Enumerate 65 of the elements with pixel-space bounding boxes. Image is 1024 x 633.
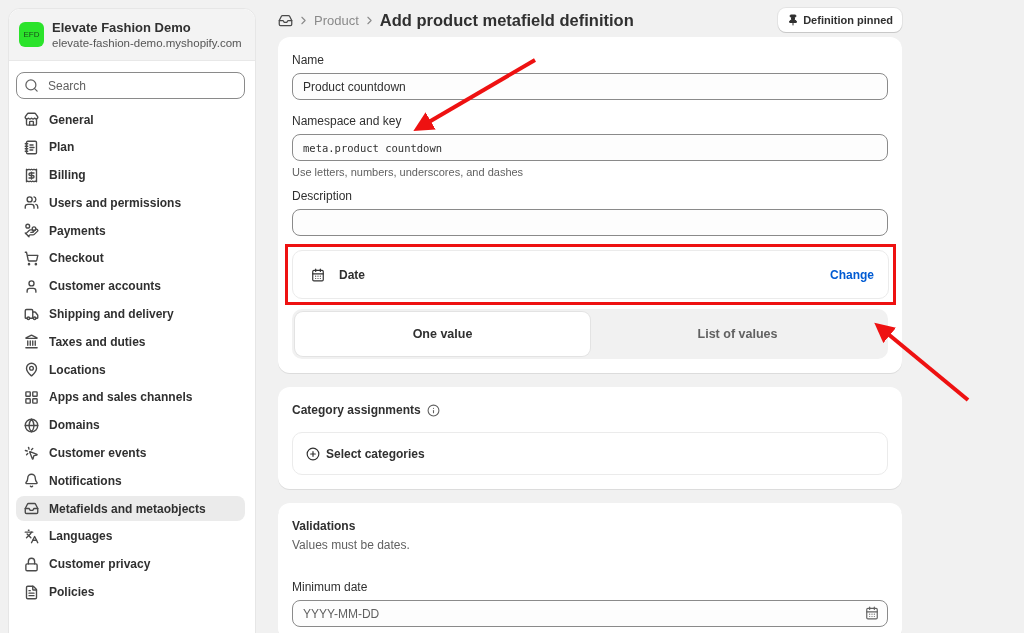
store-domain: elevate-fashion-demo.myshopify.com: [52, 37, 242, 49]
sidebar-item[interactable]: Locations: [16, 357, 245, 383]
sidebar-item[interactable]: Customer accounts: [16, 273, 245, 299]
menu-icon: [24, 362, 39, 378]
menu-icon: [24, 251, 39, 266]
menu-icon: [24, 112, 39, 127]
search-icon: [24, 78, 39, 93]
field-label: Minimum date: [292, 580, 369, 594]
store-logo: EFD: [19, 22, 44, 47]
help-text: Use letters, numbers, underscores, and dashes: [292, 166, 525, 178]
sidebar-item[interactable]: Payments: [16, 218, 245, 244]
pin-icon: [787, 14, 800, 26]
sidebar-item[interactable]: Shipping and delivery: [16, 301, 245, 327]
type-name: Date: [339, 267, 365, 282]
key-field[interactable]: meta.product_countdown: [292, 134, 888, 161]
menu-icon: [24, 389, 39, 405]
sidebar-item[interactable]: Customer events: [16, 440, 245, 466]
name-field[interactable]: Product countdown: [292, 73, 888, 100]
field-label: Description: [292, 189, 354, 203]
sidebar-item[interactable]: Policies: [16, 579, 245, 605]
page-title: Add product metafield definition: [379, 10, 634, 30]
menu-icon: [24, 501, 39, 517]
sidebar-item[interactable]: Billing: [16, 162, 245, 188]
sidebar-item[interactable]: Languages: [16, 523, 245, 549]
menu-icon: [24, 139, 39, 155]
menu-icon: [24, 556, 39, 572]
info-icon[interactable]: [426, 403, 440, 417]
field-label: Name: [292, 53, 325, 67]
calendar-icon: [865, 606, 879, 620]
card-subtitle: Values must be dates.: [292, 538, 411, 552]
menu-icon: [24, 584, 39, 600]
toggle-option[interactable]: List of values: [590, 312, 885, 356]
menu-icon: [24, 278, 39, 294]
pin-button[interactable]: Definition pinned: [778, 8, 902, 32]
menu-icon: [24, 223, 39, 239]
description-field[interactable]: [292, 209, 888, 236]
menu-icon: [24, 473, 39, 489]
change-link[interactable]: Change: [830, 267, 874, 282]
sidebar-item[interactable]: Apps and sales channels: [16, 384, 245, 410]
card-title: Category assignments: [292, 403, 421, 417]
sidebar-item[interactable]: Taxes and duties: [16, 329, 245, 355]
sidebar-item[interactable]: Checkout: [16, 246, 245, 271]
sidebar-item[interactable]: Customer privacy: [16, 551, 245, 577]
sidebar-item[interactable]: General: [16, 107, 245, 132]
toggle-option[interactable]: One value: [295, 312, 590, 356]
sidebar-item[interactable]: Metafields and metaobjects: [16, 496, 245, 522]
store-name: Elevate Fashion Demo: [52, 20, 192, 35]
menu-icon: [24, 445, 39, 461]
menu-icon: [24, 167, 39, 183]
menu-icon: [24, 195, 39, 211]
sidebar-item[interactable]: Users and permissions: [16, 190, 245, 216]
date-field[interactable]: YYYY-MM-DD: [292, 600, 888, 627]
calendar-icon: [311, 267, 325, 282]
field-label: Namespace and key: [292, 114, 403, 128]
search-field[interactable]: Search: [16, 72, 245, 99]
sidebar-item[interactable]: Domains: [16, 412, 245, 438]
menu-icon: [24, 334, 39, 350]
card-title: Validations: [292, 519, 356, 533]
plus-icon: [306, 446, 320, 461]
select-categories-button[interactable]: Select categories: [292, 432, 888, 475]
sidebar-item[interactable]: Notifications: [16, 468, 245, 494]
menu-icon: [24, 528, 39, 544]
sidebar-item[interactable]: Plan: [16, 134, 245, 160]
menu-icon: [24, 306, 39, 322]
menu-icon: [24, 417, 39, 433]
